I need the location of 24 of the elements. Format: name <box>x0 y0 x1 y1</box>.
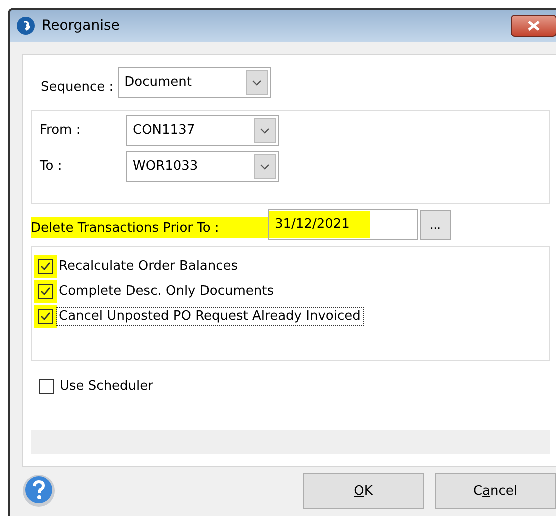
chevron-down-icon <box>254 154 276 179</box>
checkbox-label[interactable]: Use Scheduler <box>57 377 157 396</box>
range-dropdown[interactable]: WOR1033 <box>126 151 279 182</box>
checkbox[interactable] <box>39 379 54 394</box>
dialog-button[interactable]: OK <box>303 473 424 509</box>
close-button[interactable] <box>511 15 556 37</box>
app-logo-icon <box>16 16 36 36</box>
help-icon[interactable] <box>22 474 56 508</box>
close-icon <box>528 21 540 31</box>
range-dropdown[interactable]: CON1137 <box>126 115 279 146</box>
chevron-down-icon <box>254 118 276 143</box>
delete-prior-label: Delete Transactions Prior To : <box>31 217 268 238</box>
sequence-dropdown[interactable]: Document <box>118 67 271 98</box>
chevron-down-icon <box>246 70 268 95</box>
checkbox-label[interactable]: Complete Desc. Only Documents <box>56 282 278 301</box>
window-title: Reorganise <box>42 18 120 34</box>
dialog-button[interactable]: Cancel <box>435 473 556 509</box>
checkbox-label[interactable]: Recalculate Order Balances <box>56 257 242 276</box>
date-picker-button[interactable]: ... <box>420 210 451 240</box>
range-label: From : <box>40 123 82 138</box>
range-label: To : <box>40 159 64 174</box>
date-field[interactable]: 31/12/2021 <box>268 209 418 240</box>
sequence-label: Sequence : <box>40 80 115 95</box>
checkbox-label[interactable]: Cancel Unposted PO Request Already Invoiced <box>56 307 364 326</box>
